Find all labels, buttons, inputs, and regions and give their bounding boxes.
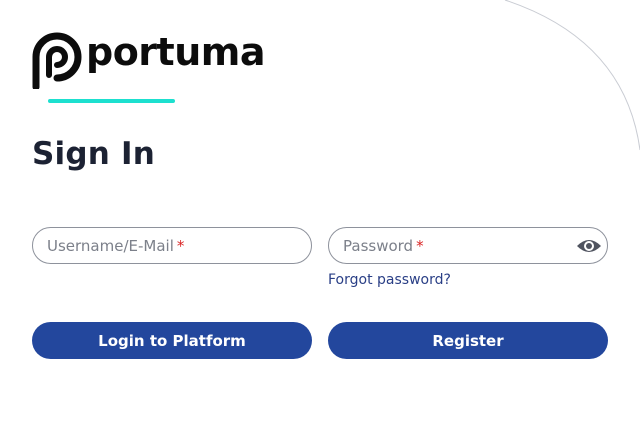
- required-marker: *: [176, 237, 185, 255]
- register-button[interactable]: Register: [328, 322, 608, 359]
- brand-underline: [48, 99, 175, 103]
- username-placeholder: Username/E-Mail *: [47, 237, 185, 255]
- portuma-logo-icon: [32, 32, 82, 89]
- password-placeholder: Password *: [343, 237, 424, 255]
- required-marker: *: [416, 237, 424, 255]
- password-field[interactable]: Password *: [328, 227, 608, 264]
- brand-name: portuma: [86, 30, 266, 74]
- eye-icon[interactable]: [575, 235, 603, 257]
- login-button[interactable]: Login to Platform: [32, 322, 312, 359]
- brand-logo: portuma: [31, 29, 266, 89]
- username-field[interactable]: Username/E-Mail *: [32, 227, 312, 264]
- forgot-password-link[interactable]: Forgot password?: [328, 272, 451, 288]
- page-title: Sign In: [32, 136, 156, 172]
